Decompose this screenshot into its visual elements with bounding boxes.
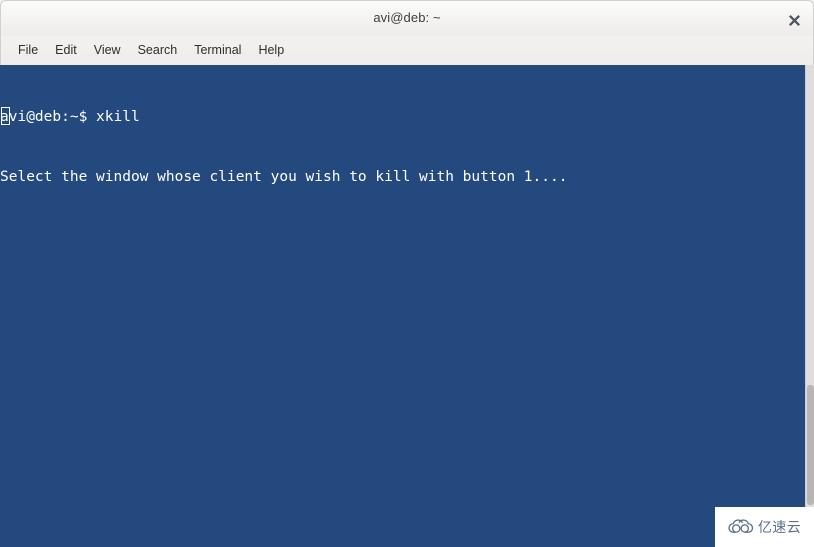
menu-item-edit[interactable]: Edit xyxy=(47,40,85,61)
menu-item-search[interactable]: Search xyxy=(130,40,186,61)
menu-item-file[interactable]: File xyxy=(10,40,46,61)
scrollbar-thumb[interactable] xyxy=(807,385,814,505)
terminal-output: avi@deb:~$ xkill Select the window whose… xyxy=(0,67,567,227)
terminal-line: Select the window whose client you wish … xyxy=(0,169,568,185)
close-button[interactable] xyxy=(783,9,805,29)
menu-item-help[interactable]: Help xyxy=(250,40,292,61)
close-icon xyxy=(788,14,800,26)
menu-item-view[interactable]: View xyxy=(86,40,129,61)
terminal-line: avi@deb:~$ xkill xyxy=(0,109,140,125)
terminal-scrollbar[interactable] xyxy=(805,65,814,547)
terminal-cursor xyxy=(1,107,10,125)
window-titlebar[interactable]: avi@deb: ~ xyxy=(0,0,814,36)
cloud-icon xyxy=(728,519,754,533)
terminal-screen[interactable]: avi@deb:~$ xkill Select the window whose… xyxy=(0,65,805,547)
terminal-area[interactable]: avi@deb:~$ xkill Select the window whose… xyxy=(0,65,814,547)
watermark-text: 亿速云 xyxy=(757,520,802,536)
menubar: File Edit View Search Terminal Help xyxy=(0,36,814,65)
menu-item-terminal[interactable]: Terminal xyxy=(186,40,249,61)
watermark: 亿速云 xyxy=(715,507,814,547)
terminal-window: avi@deb: ~ File Edit View Search Termina… xyxy=(0,0,814,547)
window-title: avi@deb: ~ xyxy=(373,10,441,25)
